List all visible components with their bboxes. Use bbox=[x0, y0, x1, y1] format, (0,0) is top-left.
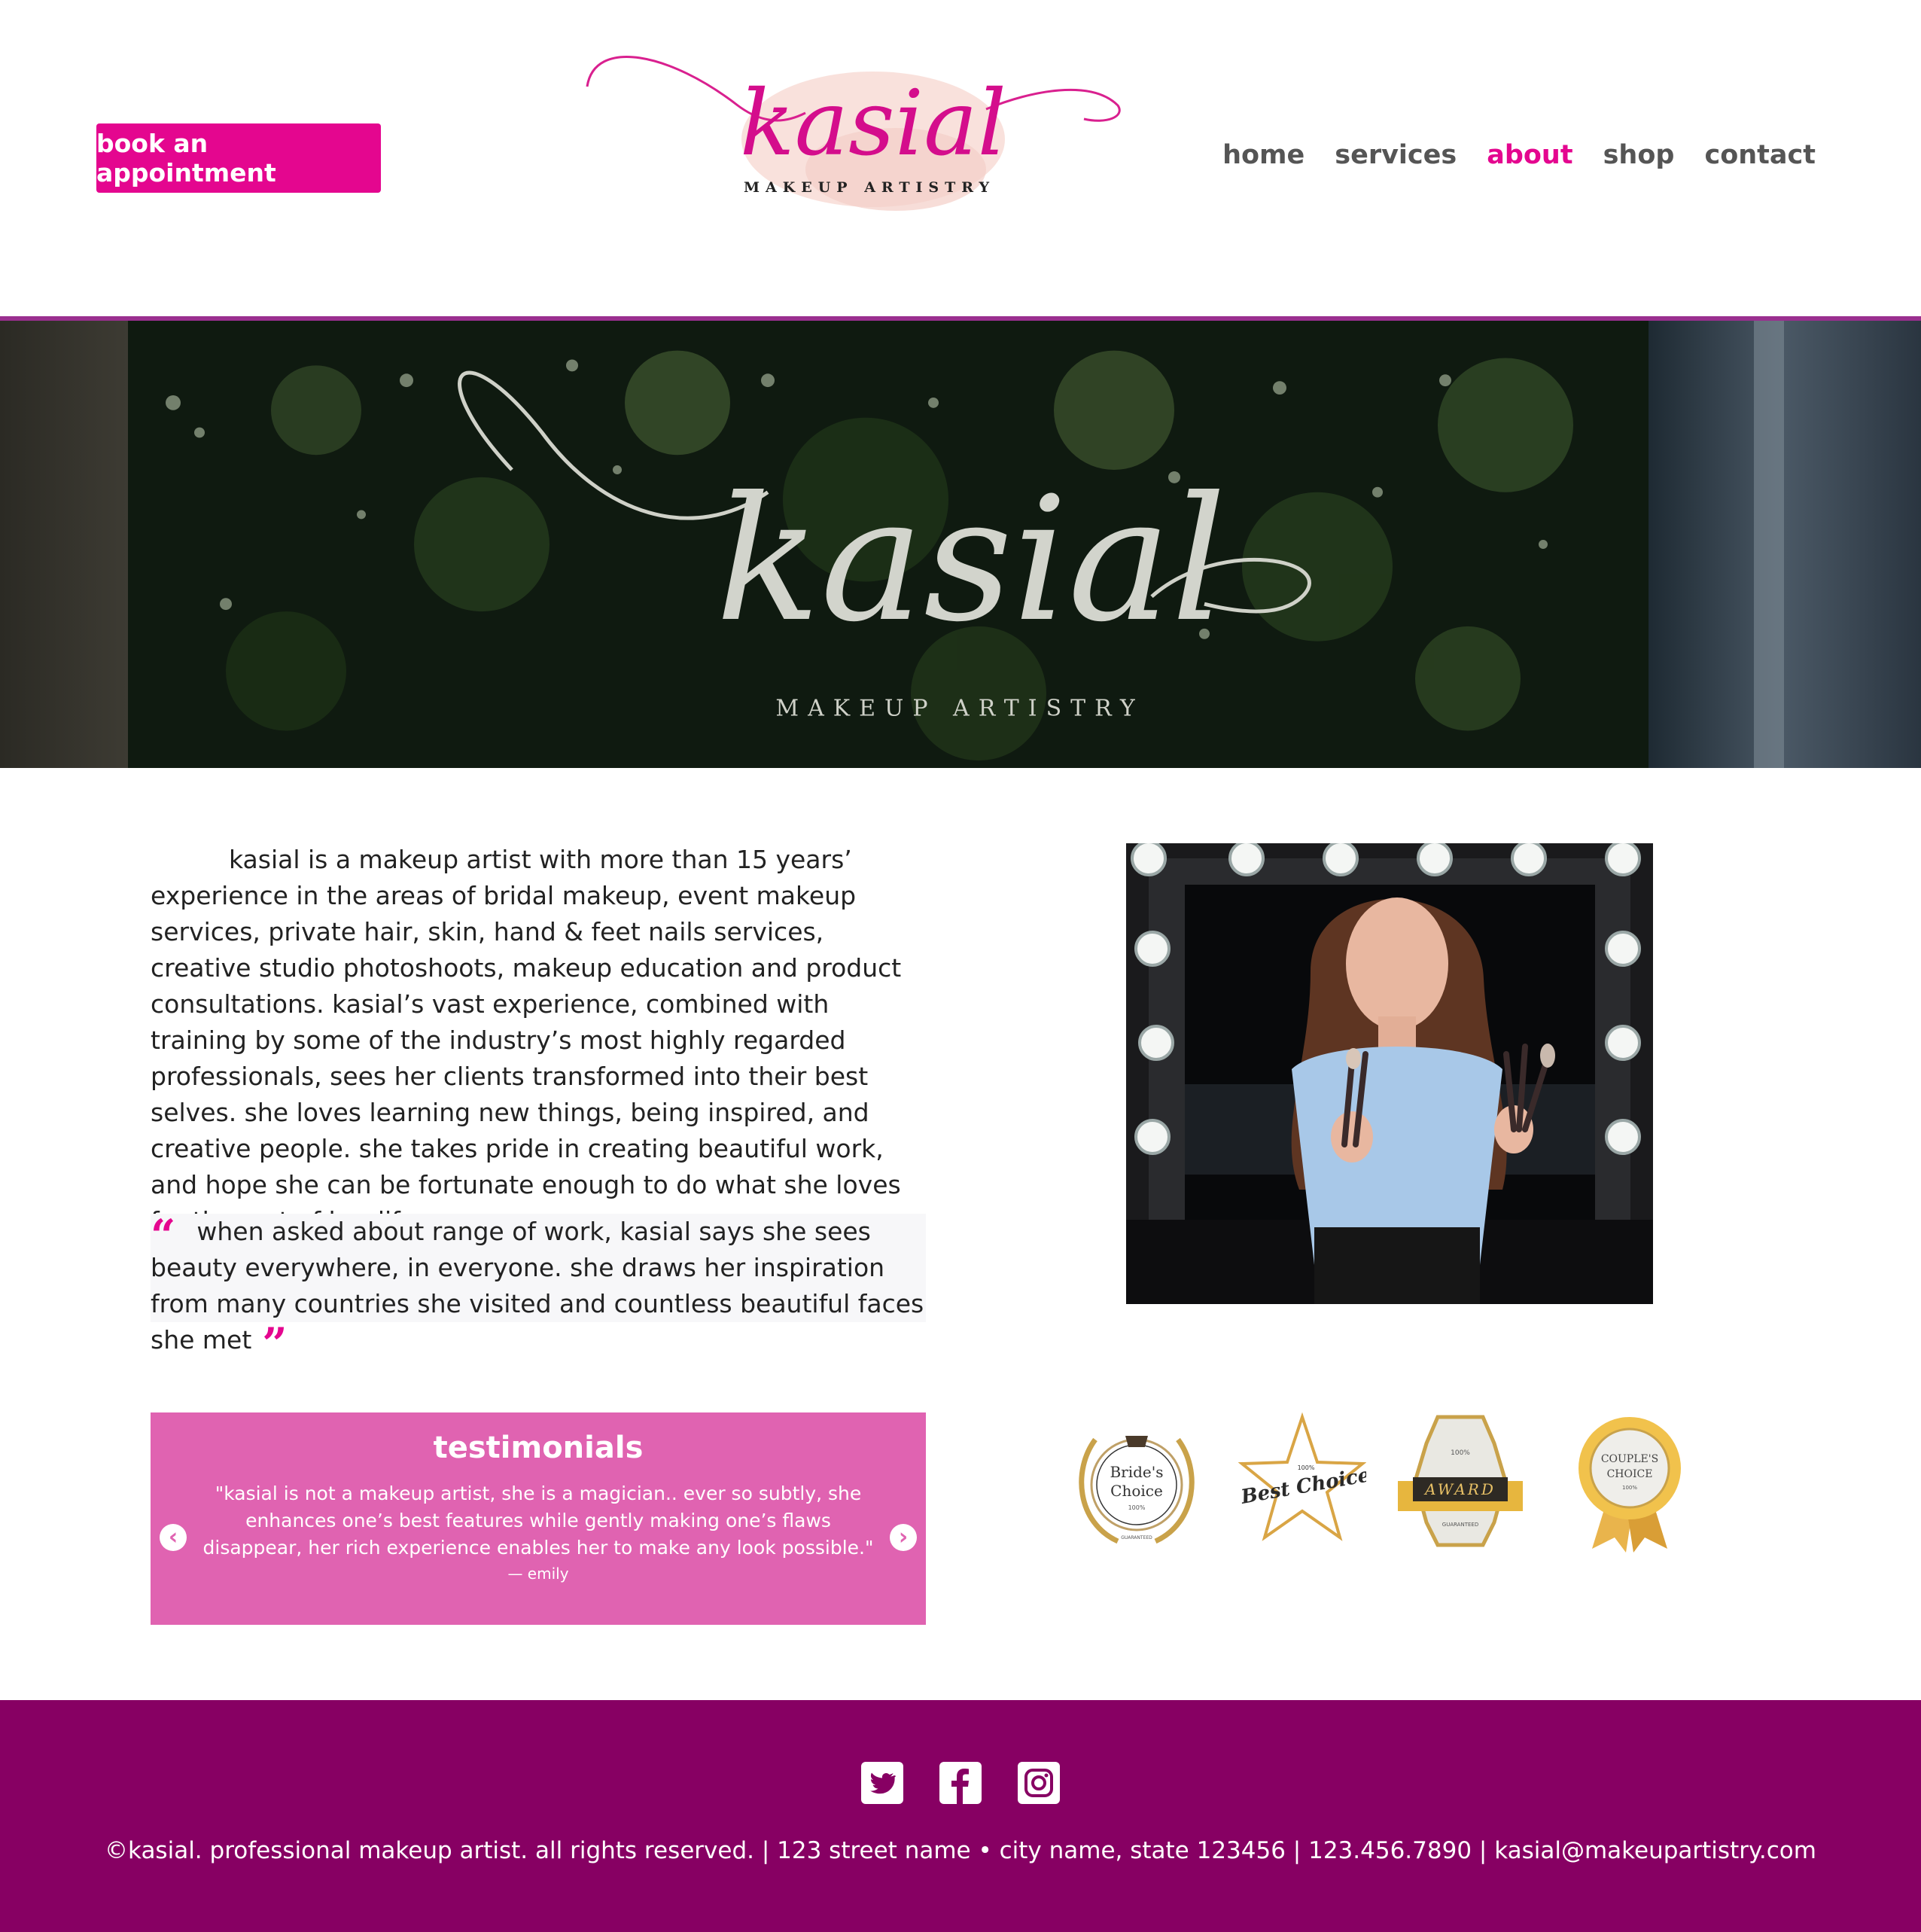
twitter-icon[interactable] bbox=[861, 1762, 903, 1804]
quote-close-icon: ” bbox=[262, 1318, 288, 1370]
quote-open-icon: “ bbox=[151, 1210, 176, 1261]
about-bio: kasial is a makeup artist with more than… bbox=[151, 845, 902, 1236]
testimonial-text: "kasial is not a makeup artist, she is a… bbox=[202, 1483, 874, 1559]
carousel-prev-icon[interactable]: ‹ bbox=[160, 1524, 187, 1551]
main-nav: home services about shop contact bbox=[1222, 140, 1816, 170]
svg-text:Choice: Choice bbox=[1110, 1482, 1163, 1500]
nav-contact[interactable]: contact bbox=[1704, 140, 1816, 170]
svg-text:GUARANTEED: GUARANTEED bbox=[1442, 1522, 1478, 1528]
footer-copyright: ©kasial. professional makeup artist. all… bbox=[105, 1837, 1816, 1864]
social-links bbox=[0, 1762, 1921, 1804]
svg-text:AWARD: AWARD bbox=[1423, 1480, 1496, 1498]
hero-subtitle: MAKEUP ARTISTRY bbox=[775, 696, 1143, 722]
facebook-icon[interactable] bbox=[939, 1762, 982, 1804]
testimonials-title: testimonials bbox=[433, 1431, 644, 1465]
site-footer: ©kasial. professional makeup artist. all… bbox=[0, 1700, 1921, 1932]
hero-script: kasial bbox=[716, 460, 1227, 660]
carousel-next-icon[interactable]: › bbox=[890, 1524, 917, 1551]
best-choice-badge: 100% Best Choice bbox=[1238, 1409, 1366, 1553]
book-appointment-button[interactable]: book an appointment bbox=[96, 123, 381, 193]
svg-text:COUPLE'S: COUPLE'S bbox=[1601, 1453, 1658, 1465]
hero-banner: kasial MAKEUP ARTISTRY bbox=[0, 316, 1921, 768]
logo-subtitle: MAKEUP ARTISTRY bbox=[744, 179, 995, 196]
site-logo[interactable]: kasial MAKEUP ARTISTRY bbox=[565, 38, 1129, 226]
svg-text:GUARANTEED: GUARANTEED bbox=[1121, 1535, 1152, 1540]
brides-choice-badge: Bride's Choice 100% GUARANTEED bbox=[1073, 1409, 1201, 1553]
svg-text:Bride's: Bride's bbox=[1110, 1463, 1163, 1481]
nav-about[interactable]: about bbox=[1487, 140, 1572, 170]
svg-text:CHOICE: CHOICE bbox=[1607, 1468, 1653, 1480]
artist-portrait bbox=[1126, 843, 1653, 1304]
svg-text:100%: 100% bbox=[1622, 1485, 1637, 1491]
svg-text:100%: 100% bbox=[1451, 1449, 1470, 1457]
award-badge: 100% AWARD GUARANTEED bbox=[1396, 1409, 1524, 1553]
nav-shop[interactable]: shop bbox=[1603, 140, 1675, 170]
nav-services[interactable]: services bbox=[1335, 140, 1457, 170]
about-quote: “when asked about range of work, kasial … bbox=[151, 1210, 926, 1366]
svg-text:100%: 100% bbox=[1298, 1464, 1315, 1471]
nav-home[interactable]: home bbox=[1222, 140, 1305, 170]
testimonials-carousel: testimonials "kasial is not a makeup art… bbox=[151, 1412, 926, 1625]
couples-choice-badge: COUPLE'S CHOICE 100% bbox=[1566, 1409, 1694, 1553]
site-header: book an appointment kasial MAKEUP ARTIST… bbox=[0, 0, 1921, 316]
logo-script: kasial bbox=[740, 72, 1006, 176]
testimonial-author: — emily bbox=[507, 1565, 569, 1583]
svg-text:100%: 100% bbox=[1128, 1504, 1146, 1511]
instagram-icon[interactable] bbox=[1018, 1762, 1060, 1804]
